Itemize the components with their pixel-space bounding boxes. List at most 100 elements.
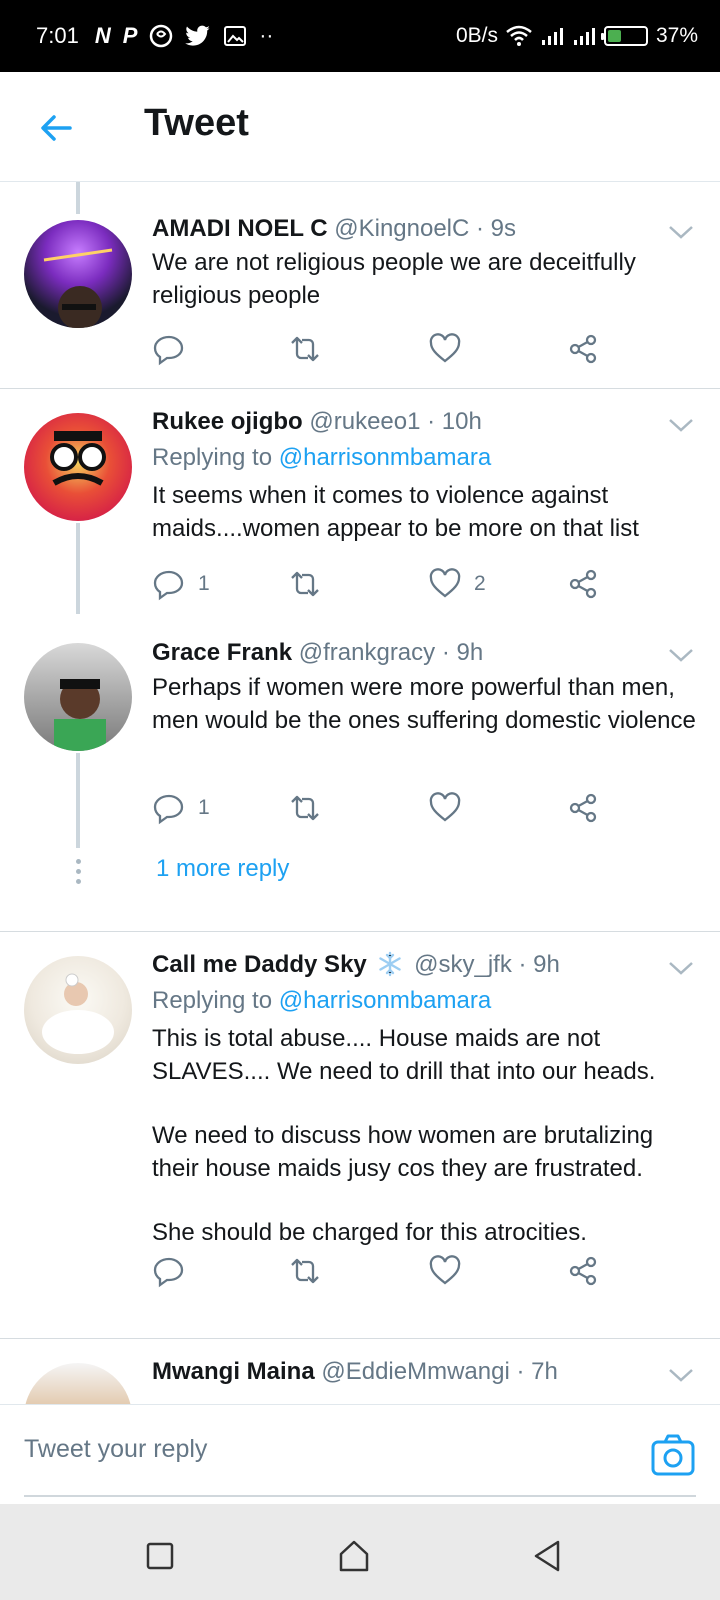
share-icon <box>569 569 597 599</box>
author-meta: @rukeeo1 · 10h <box>309 408 482 435</box>
like-button[interactable] <box>428 1254 474 1288</box>
reply-icon <box>153 335 184 366</box>
avatar[interactable] <box>24 1363 132 1404</box>
author-meta: @frankgracy · 9h <box>298 639 484 666</box>
share-button[interactable] <box>566 1254 600 1288</box>
retweet-icon <box>291 336 319 362</box>
more-notifications-icon: ·· <box>259 24 274 47</box>
home-button-icon[interactable] <box>336 1538 372 1574</box>
reply-feed[interactable]: AMADI NOEL C @KingnoelC · 9s We are not … <box>0 182 720 1404</box>
camera-icon[interactable] <box>650 1433 696 1477</box>
avatar[interactable] <box>24 220 132 328</box>
status-bar: 7:01 N P ·· 0B/s 37% <box>0 0 720 72</box>
author-meta: @sky_jfk · 9h <box>414 951 560 978</box>
twitter-icon <box>185 25 211 46</box>
battery-fill <box>607 30 622 42</box>
chevron-down-icon[interactable] <box>666 415 696 435</box>
author-name[interactable]: Call me Daddy Sky <box>152 951 367 978</box>
recents-button-icon[interactable] <box>142 1538 178 1574</box>
back-button-icon[interactable] <box>530 1538 566 1574</box>
tweet-paragraph: We need to discuss how women are brutali… <box>152 1122 654 1182</box>
author-name[interactable]: AMADI NOEL C <box>152 215 328 242</box>
reply-button[interactable]: 1 <box>152 791 210 825</box>
avatar[interactable] <box>24 956 132 1064</box>
reply-button[interactable] <box>152 332 198 366</box>
author-name[interactable]: Mwangi Maina <box>152 1358 315 1385</box>
tweet-actions <box>152 1254 622 1290</box>
replying-handle-link[interactable]: @harrisonmbamara <box>279 444 491 471</box>
chevron-down-icon[interactable] <box>666 1365 696 1385</box>
author-name[interactable]: Grace Frank <box>152 639 292 666</box>
tweet-header: Rukee ojigbo @rukeeo1 · 10h <box>152 408 482 436</box>
reply-icon <box>153 794 184 825</box>
reply-input[interactable]: Tweet your reply <box>24 1435 207 1464</box>
chevron-down-icon[interactable] <box>666 222 696 242</box>
retweet-button[interactable] <box>288 567 322 601</box>
thread-ellipsis <box>74 859 82 889</box>
retweet-button[interactable] <box>288 791 322 825</box>
status-time: 7:01 <box>36 23 79 48</box>
news-notification-icon: N <box>94 23 111 48</box>
snowflake-icon <box>379 951 402 977</box>
back-arrow-icon[interactable] <box>36 108 76 148</box>
retweet-icon <box>291 571 319 597</box>
battery-icon <box>600 26 648 46</box>
author-meta: @EddieMmwangi · 7h <box>321 1358 558 1385</box>
retweet-icon <box>291 1258 319 1284</box>
heart-icon <box>429 568 461 598</box>
heart-icon <box>429 1255 461 1285</box>
thread-line <box>76 182 80 214</box>
heart-icon <box>429 792 461 822</box>
replying-handle-link[interactable]: @harrisonmbamara <box>279 987 491 1014</box>
reply-input-underline <box>24 1495 696 1497</box>
like-button[interactable]: 2 <box>428 567 486 601</box>
share-button[interactable] <box>566 791 600 825</box>
author-meta: @KingnoelC · 9s <box>334 215 517 242</box>
tweet-paragraph: She should be charged for this atrocitie… <box>152 1219 587 1246</box>
reply-count: 1 <box>198 796 210 819</box>
heart-icon <box>429 333 461 363</box>
share-icon <box>569 1256 597 1286</box>
tweet-header: Call me Daddy Sky @sky_jfk · 9h <box>152 951 560 979</box>
page-title: Tweet <box>144 102 249 144</box>
avatar[interactable] <box>24 413 132 521</box>
app-bar: Tweet <box>0 72 720 182</box>
tweet-header: Grace Frank @frankgracy · 9h <box>152 639 483 667</box>
thread-line <box>76 753 80 848</box>
retweet-button[interactable] <box>288 332 322 366</box>
tweet-header: Mwangi Maina @EddieMmwangi · 7h <box>152 1358 558 1386</box>
tweet-text: It seems when it comes to violence again… <box>152 482 639 542</box>
wifi-icon <box>506 25 532 46</box>
pinterest-icon <box>150 24 173 48</box>
reply-count: 1 <box>198 572 210 595</box>
reply-icon <box>153 1257 184 1288</box>
signal-icon-2 <box>573 28 595 45</box>
divider <box>0 388 720 389</box>
retweet-button[interactable] <box>288 1254 322 1288</box>
reply-composer: Tweet your reply <box>0 1404 720 1504</box>
more-replies-link[interactable]: 1 more reply <box>156 855 289 883</box>
like-count: 2 <box>474 572 486 595</box>
chevron-down-icon[interactable] <box>666 645 696 665</box>
reply-button[interactable]: 1 <box>152 567 210 601</box>
share-button[interactable] <box>566 332 600 366</box>
chevron-down-icon[interactable] <box>666 958 696 978</box>
avatar[interactable] <box>24 643 132 751</box>
battery-percent: 37% <box>655 24 698 47</box>
replying-prefix: Replying to <box>152 987 279 1014</box>
tweet-text: Perhaps if women were more powerful than… <box>152 674 696 734</box>
divider <box>0 931 720 932</box>
tweet-actions: 1 <box>152 791 622 827</box>
share-icon <box>569 334 597 364</box>
network-speed: 0B/s <box>455 24 498 47</box>
retweet-icon <box>291 795 319 821</box>
author-name[interactable]: Rukee ojigbo <box>152 408 303 435</box>
like-button[interactable] <box>428 791 474 825</box>
thread-line <box>76 523 80 614</box>
like-button[interactable] <box>428 332 474 366</box>
signal-icon <box>541 28 563 45</box>
share-button[interactable] <box>566 567 600 601</box>
reply-button[interactable] <box>152 1254 198 1288</box>
replying-prefix: Replying to <box>152 444 279 471</box>
tweet-actions <box>152 332 622 368</box>
